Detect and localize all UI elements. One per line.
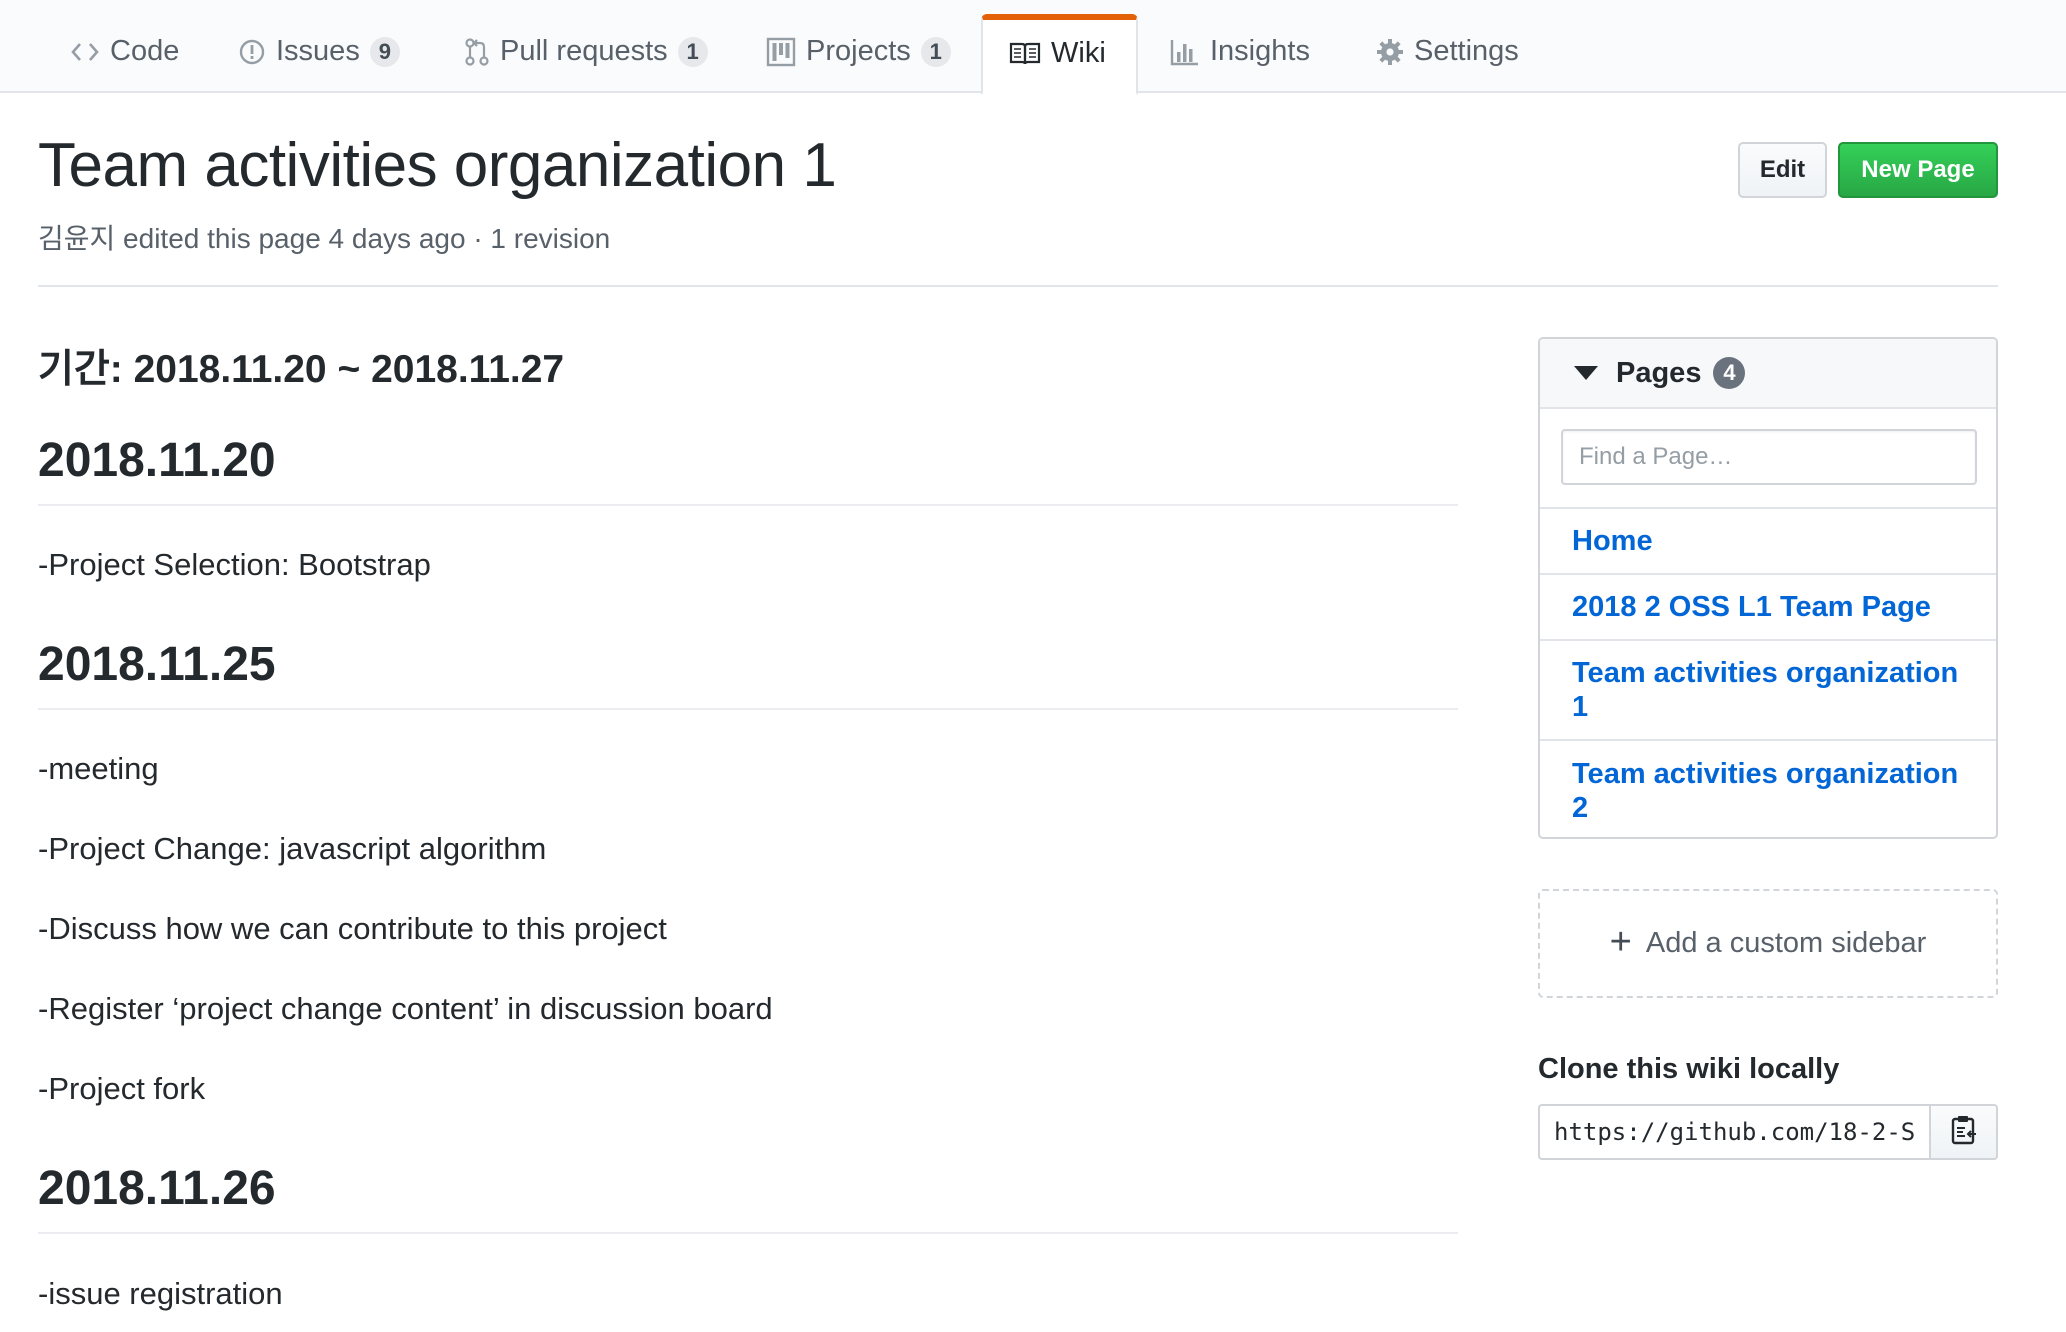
wiki-paragraph: -Project fork — [38, 1071, 206, 1106]
projects-count-badge: 1 — [920, 36, 951, 67]
page-link-team-page[interactable]: 2018 2 OSS L1 Team Page — [1540, 575, 1996, 641]
tab-code-label: Code — [110, 35, 180, 67]
pages-label: Pages — [1616, 356, 1702, 389]
page-edit-meta: 김윤지 edited this page 4 days ago · 1 revi… — [38, 223, 611, 254]
git-pull-request-icon — [464, 37, 490, 67]
wiki-paragraph: -Project Selection: Bootstrap — [38, 547, 431, 582]
page-link-team-activities-1[interactable]: Team activities organization 1 — [1540, 641, 1996, 741]
pages-count-badge: 4 — [1713, 357, 1746, 389]
tab-issues-label: Issues — [276, 35, 360, 67]
repo-nav-tabs: Code Issues 9 Pull requests 1 Projects 1… — [0, 0, 2066, 95]
pull-requests-count-badge: 1 — [677, 36, 708, 67]
code-icon — [70, 40, 100, 64]
period-heading: 기간: 2018.11.20 ~ 2018.11.27 — [38, 348, 565, 391]
section-heading: 2018.11.26 — [38, 1161, 1458, 1234]
graph-icon — [1170, 38, 1200, 66]
tab-wiki[interactable]: Wiki — [981, 14, 1138, 95]
tab-insights-label: Insights — [1210, 35, 1310, 67]
triangle-down-icon — [1574, 366, 1598, 380]
pages-toggle[interactable]: Pages 4 — [1540, 339, 1996, 409]
clone-url-input[interactable] — [1538, 1104, 1929, 1160]
book-icon — [1009, 41, 1041, 67]
edit-button[interactable]: Edit — [1738, 142, 1827, 198]
tab-projects-label: Projects — [806, 35, 911, 67]
clone-url-group — [1538, 1104, 1998, 1160]
wiki-paragraph: -Project Change: javascript algorithm — [38, 831, 547, 866]
tab-pull-requests[interactable]: Pull requests 1 — [438, 14, 734, 95]
tab-issues[interactable]: Issues 9 — [212, 14, 426, 95]
tab-pull-requests-label: Pull requests — [500, 35, 668, 67]
tab-settings[interactable]: Settings — [1350, 14, 1545, 95]
find-page-input[interactable] — [1561, 429, 1977, 485]
wiki-paragraph: -issue registration — [38, 1276, 283, 1311]
copy-to-clipboard-button[interactable] — [1929, 1104, 1998, 1160]
add-custom-sidebar-label: Add a custom sidebar — [1645, 927, 1927, 959]
tab-code[interactable]: Code — [44, 14, 205, 95]
header-divider — [38, 285, 1998, 287]
clone-wiki-heading: Clone this wiki locally — [1538, 1053, 1840, 1085]
issues-count-badge: 9 — [369, 36, 400, 67]
section-heading: 2018.11.25 — [38, 637, 1458, 710]
add-custom-sidebar-button[interactable]: + Add a custom sidebar — [1538, 889, 1998, 998]
wiki-paragraph: -meeting — [38, 751, 159, 786]
project-icon — [766, 37, 796, 67]
find-page-wrapper — [1540, 409, 1996, 509]
new-page-button[interactable]: New Page — [1838, 142, 1998, 198]
tab-wiki-label: Wiki — [1051, 37, 1106, 69]
tab-insights[interactable]: Insights — [1144, 14, 1336, 95]
wiki-paragraph: -Register ‘project change content’ in di… — [38, 991, 773, 1026]
page-link-team-activities-2[interactable]: Team activities organization 2 — [1540, 741, 1996, 837]
gear-icon — [1376, 38, 1404, 66]
issue-opened-icon — [238, 38, 266, 66]
wiki-pages-box: Pages 4 Home 2018 2 OSS L1 Team Page Tea… — [1538, 337, 1998, 839]
tab-projects[interactable]: Projects 1 — [740, 14, 977, 95]
plus-icon: + — [1609, 920, 1632, 963]
section-heading: 2018.11.20 — [38, 433, 1458, 506]
tab-settings-label: Settings — [1414, 35, 1519, 67]
page-title: Team activities organization 1 — [38, 131, 837, 200]
wiki-paragraph: -Discuss how we can contribute to this p… — [38, 911, 667, 946]
clippy-icon — [1950, 1114, 1978, 1151]
page-link-home[interactable]: Home — [1540, 509, 1996, 575]
